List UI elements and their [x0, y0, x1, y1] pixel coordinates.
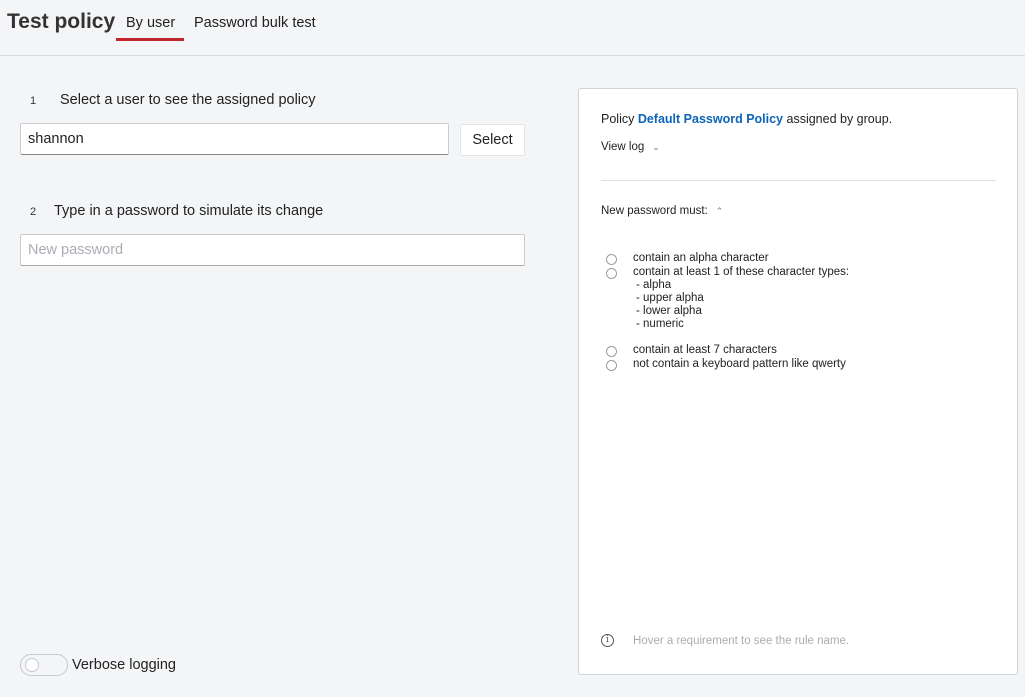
rule-status-icon — [606, 254, 617, 265]
select-button[interactable]: Select — [460, 124, 525, 156]
rule-alpha-character[interactable]: contain an alpha character — [633, 252, 769, 264]
chevron-up-icon: ⌃ — [715, 206, 724, 216]
view-log-toggle[interactable]: View log ⌄ — [601, 141, 660, 153]
rule-status-icon — [606, 268, 617, 279]
rule-min-length[interactable]: contain at least 7 characters — [633, 344, 777, 356]
requirements-heading: New password must: — [601, 205, 708, 217]
hover-hint-text: Hover a requirement to see the rule name… — [633, 635, 850, 647]
policy-name-link[interactable]: Default Password Policy — [638, 112, 783, 126]
policy-suffix: assigned by group. — [786, 112, 893, 126]
step-label-type-password: Type in a password to simulate its chang… — [54, 203, 324, 219]
rule-subitem: - upper alpha — [636, 292, 704, 304]
policy-assignment-text: Policy Default Password Policy assigned … — [601, 112, 892, 126]
step-number-2: 2 — [30, 206, 37, 218]
rule-subitem: - alpha — [636, 279, 672, 291]
verbose-logging-label: Verbose logging — [72, 657, 176, 673]
rule-status-icon — [606, 346, 617, 357]
rule-keyboard-pattern[interactable]: not contain a keyboard pattern like qwer… — [633, 358, 846, 370]
page-header: Test policy By user Password bulk test — [0, 0, 1025, 56]
tab-password-bulk-test[interactable]: Password bulk test — [194, 15, 316, 31]
info-icon: i — [601, 634, 614, 647]
tab-by-user[interactable]: By user — [126, 15, 175, 31]
policy-panel: Policy Default Password Policy assigned … — [578, 88, 1018, 675]
rule-subitem: - lower alpha — [636, 305, 702, 317]
toggle-knob — [25, 658, 39, 672]
divider — [601, 180, 996, 181]
view-log-label: View log — [601, 141, 645, 153]
policy-prefix: Policy — [601, 112, 635, 126]
step-number-1: 1 — [30, 95, 37, 107]
step-label-select-user: Select a user to see the assigned policy — [60, 92, 316, 108]
chevron-down-icon: ⌄ — [652, 142, 660, 152]
active-tab-indicator — [116, 38, 184, 41]
verbose-logging-toggle[interactable] — [20, 654, 68, 676]
rule-status-icon — [606, 360, 617, 371]
new-password-input[interactable] — [20, 234, 525, 266]
password-requirements-toggle[interactable]: New password must: ⌃ — [601, 205, 723, 217]
rule-character-types[interactable]: contain at least 1 of these character ty… — [633, 266, 849, 278]
user-input[interactable] — [20, 123, 449, 155]
rule-subitem: - numeric — [636, 318, 684, 330]
page-title: Test policy — [7, 10, 116, 33]
